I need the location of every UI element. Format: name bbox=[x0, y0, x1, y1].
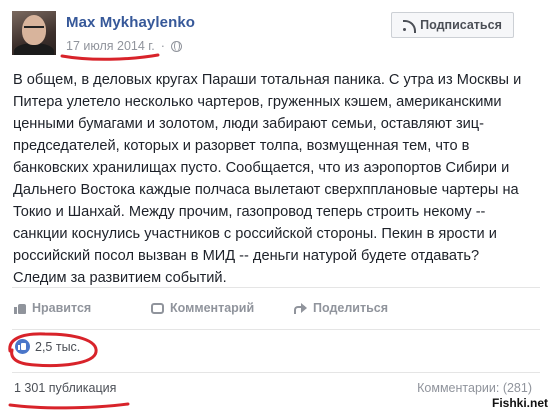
author-name[interactable]: Max Mykhaylenko bbox=[66, 14, 195, 31]
reactions-count: 2,5 тыс. bbox=[35, 339, 81, 354]
divider bbox=[12, 287, 540, 288]
publications-underline-annotation bbox=[8, 402, 130, 410]
comment-button[interactable]: Комментарий bbox=[151, 301, 294, 315]
post-date[interactable]: 17 июля 2014 г. bbox=[66, 39, 155, 53]
share-button[interactable]: Поделиться bbox=[294, 301, 388, 315]
divider bbox=[12, 372, 540, 373]
comment-bubble-icon bbox=[151, 302, 164, 314]
author-avatar[interactable] bbox=[12, 11, 56, 55]
action-bar: Нравится Комментарий Поделиться bbox=[14, 301, 388, 315]
divider bbox=[12, 329, 540, 330]
globe-icon[interactable] bbox=[170, 40, 182, 52]
post-text: В общем, в деловых кругах Параши тотальн… bbox=[13, 72, 522, 286]
subscribe-label: Подписаться bbox=[420, 18, 502, 32]
reactions-summary[interactable]: 2,5 тыс. bbox=[15, 339, 80, 354]
shares-count-link[interactable]: 1 301 публикация bbox=[14, 381, 116, 395]
avatar-glasses bbox=[24, 26, 44, 31]
subscribe-button[interactable]: Подписаться bbox=[391, 12, 514, 38]
meta-separator: · bbox=[160, 39, 165, 53]
share-arrow-icon bbox=[294, 302, 307, 314]
like-badge-icon bbox=[15, 339, 30, 354]
date-underline-annotation bbox=[60, 53, 160, 61]
rss-icon bbox=[403, 19, 417, 33]
watermark: Fishki.net bbox=[491, 396, 548, 410]
share-label: Поделиться bbox=[313, 301, 389, 315]
comments-count-link[interactable]: Комментарии: (281) bbox=[417, 381, 532, 395]
comment-label: Комментарий bbox=[170, 301, 255, 315]
like-label: Нравится bbox=[32, 301, 92, 315]
post-meta: 17 июля 2014 г. · bbox=[66, 39, 182, 53]
like-button[interactable]: Нравится bbox=[14, 301, 151, 315]
facebook-post: Max Mykhaylenko 17 июля 2014 г. · Подпис… bbox=[0, 0, 552, 416]
thumbs-up-icon bbox=[14, 302, 26, 314]
